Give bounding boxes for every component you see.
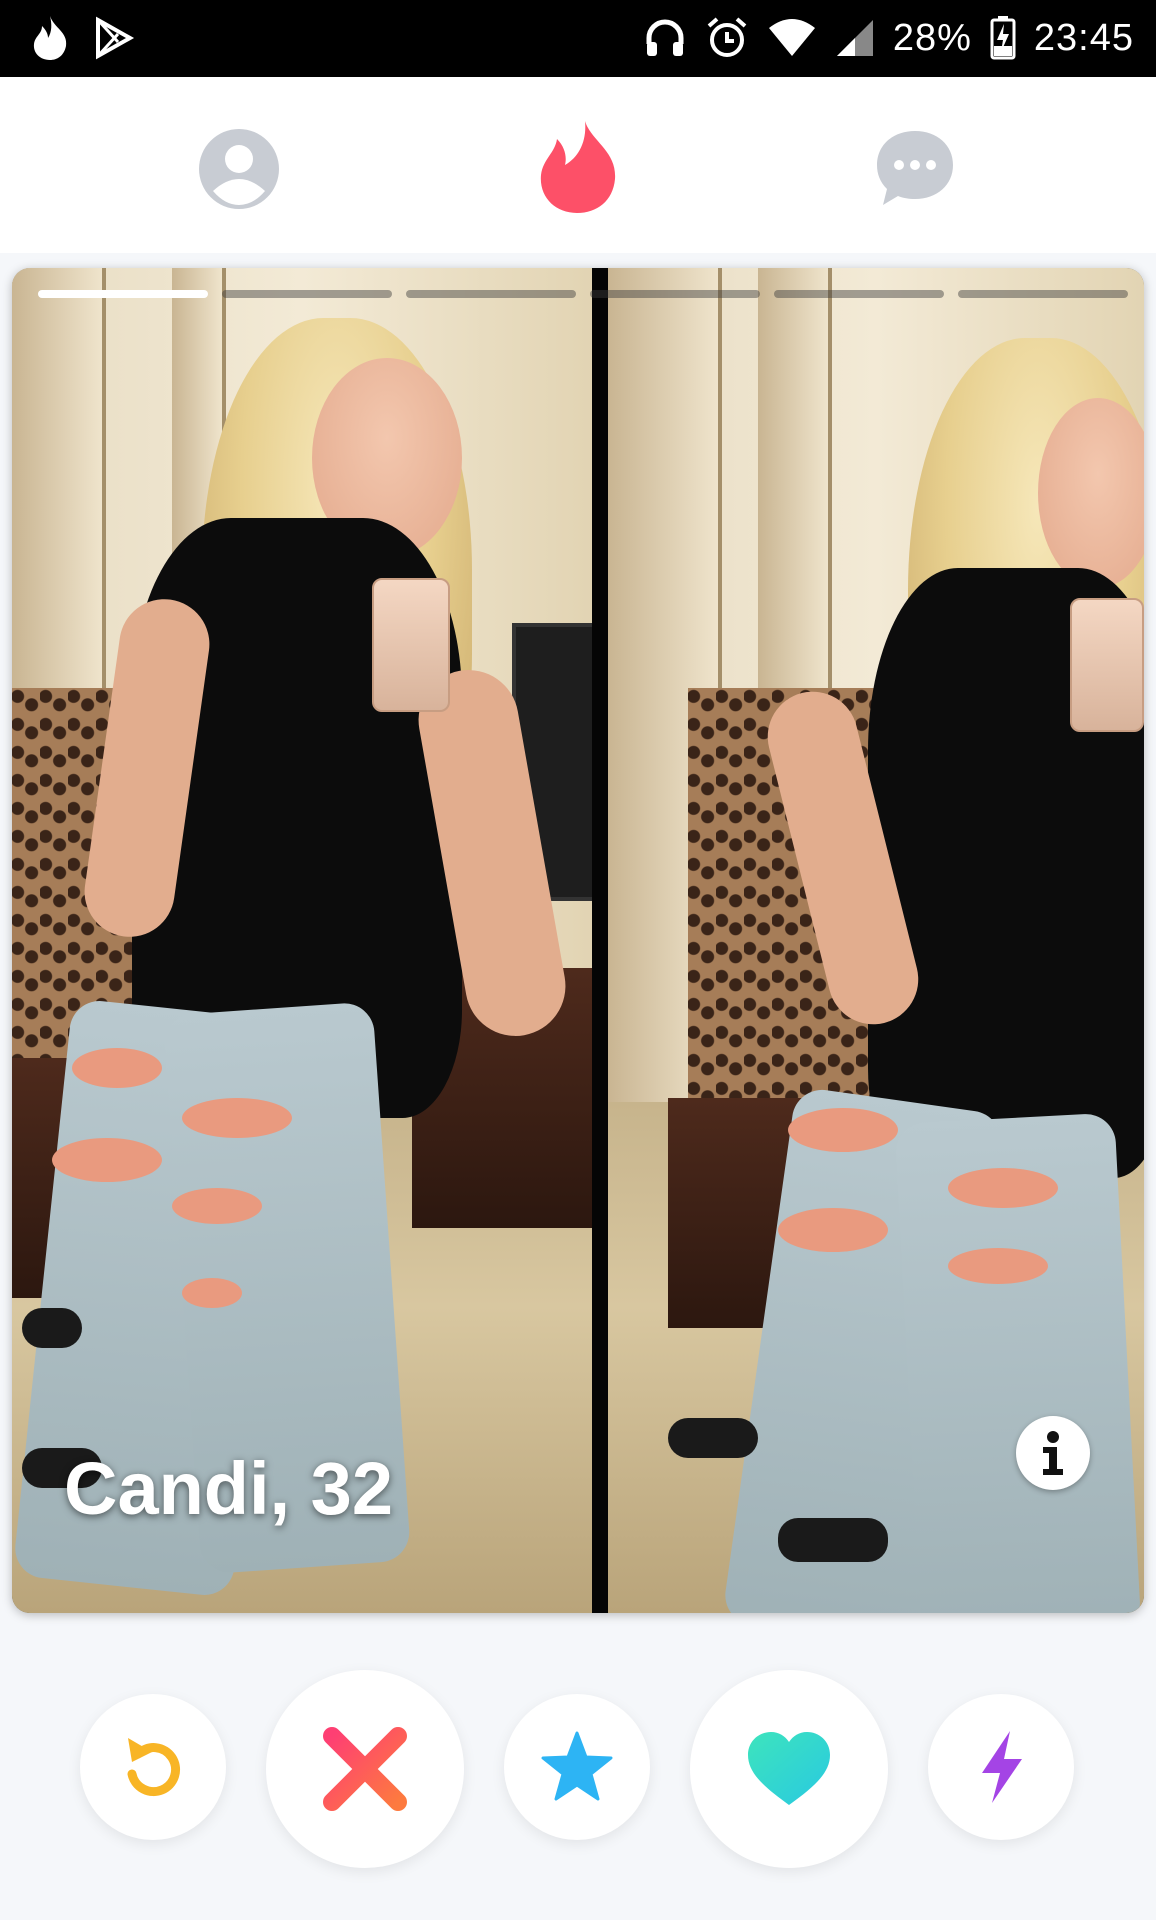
lightning-icon [982, 1731, 1022, 1803]
nope-button[interactable] [266, 1670, 464, 1868]
status-bar: 28% 23:45 [0, 0, 1156, 77]
battery-charging-icon [990, 16, 1016, 60]
rewind-button[interactable] [80, 1694, 226, 1840]
progress-segment [590, 290, 760, 298]
nav-profile-button[interactable] [197, 127, 281, 211]
like-button[interactable] [690, 1670, 888, 1868]
clock: 23:45 [1033, 16, 1134, 59]
close-icon [323, 1727, 407, 1811]
rewind-icon [127, 1738, 181, 1797]
photo-progress [38, 290, 1128, 298]
star-icon [541, 1731, 613, 1801]
progress-segment [38, 290, 208, 298]
profile-icon [199, 129, 279, 209]
super-like-button[interactable] [504, 1694, 650, 1840]
action-bar [0, 1670, 1156, 1870]
battery-text: 28% [892, 16, 972, 59]
nav-discover-button[interactable] [535, 119, 619, 213]
wifi-icon [767, 18, 817, 58]
chat-icon [877, 131, 953, 205]
progress-segment [958, 290, 1128, 298]
photo-panel-right [608, 268, 1144, 1613]
progress-segment [222, 290, 392, 298]
play-store-icon [92, 16, 136, 60]
profile-card[interactable]: Candi, 32 [12, 268, 1144, 1613]
headphones-icon [643, 16, 687, 60]
profile-name-age: Candi, 32 [64, 1447, 393, 1530]
info-icon [1043, 1431, 1063, 1475]
flame-icon [540, 121, 616, 213]
top-nav [0, 77, 1156, 253]
tinder-flame-icon [30, 14, 70, 62]
alarm-icon [705, 16, 749, 60]
signal-icon [835, 18, 875, 58]
heart-icon [748, 1732, 830, 1805]
info-button[interactable] [1016, 1416, 1090, 1490]
nav-messages-button[interactable] [873, 127, 957, 211]
photo-divider [592, 268, 608, 1613]
progress-segment [774, 290, 944, 298]
boost-button[interactable] [928, 1694, 1074, 1840]
photo-panel-left [12, 268, 592, 1613]
progress-segment [406, 290, 576, 298]
profile-photo [12, 268, 1144, 1613]
